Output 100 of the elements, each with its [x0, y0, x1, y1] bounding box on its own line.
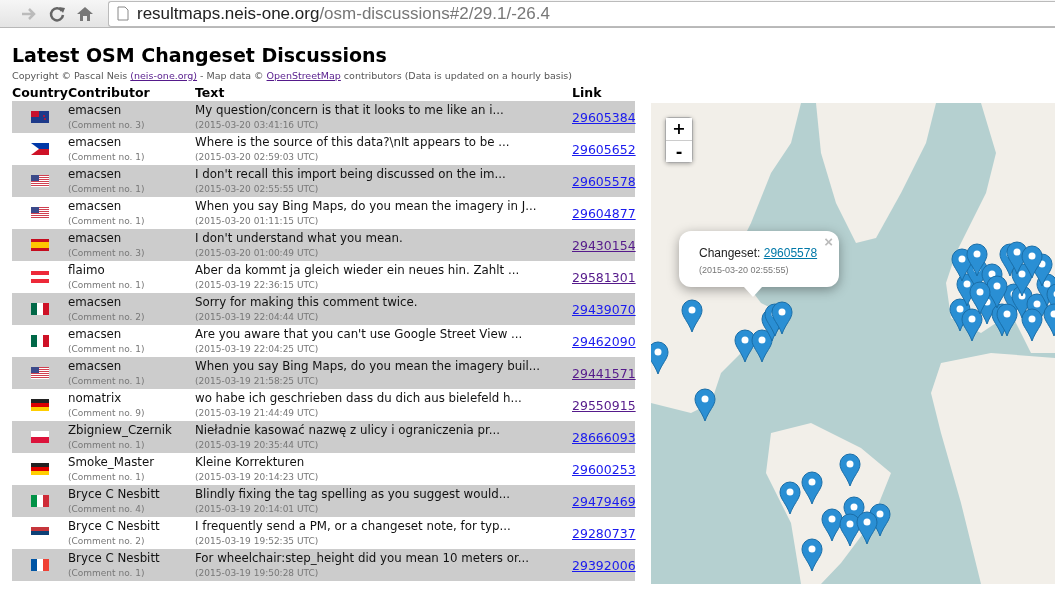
comment-time: (2015-03-19 21:44:49 UTC)	[195, 407, 320, 419]
zoom-in-button[interactable]: +	[666, 118, 692, 140]
comment-number: (Comment no. 1)	[68, 183, 146, 195]
comment-time: (2015-03-19 21:58:25 UTC)	[195, 375, 320, 387]
changeset-link[interactable]: 29605578	[572, 173, 636, 189]
map-marker-cluster-drawing[interactable]	[821, 496, 878, 547]
zoom-out-button[interactable]: -	[666, 140, 692, 162]
comment-number: (Comment no. 1)	[68, 279, 146, 291]
comment-text: I don't understand what you mean.	[195, 231, 404, 246]
comment-time: (2015-03-19 22:04:25 UTC)	[195, 343, 320, 355]
contributor-name: emacsen	[68, 135, 123, 150]
home-icon[interactable]	[76, 4, 94, 23]
changeset-link[interactable]: 29605384	[572, 109, 636, 125]
comment-text: For wheelchair:step_height did you mean 10 meters or...	[195, 551, 530, 566]
comment-number: (Comment no. 2)	[68, 535, 146, 547]
contributor-name: emacsen	[68, 327, 123, 342]
column-header: Text	[195, 85, 226, 101]
comment-number: (Comment no. 3)	[68, 119, 146, 131]
comment-text: I frequently send a PM, or a changeset note, for typ...	[195, 519, 512, 534]
changeset-link[interactable]: 29392006	[572, 557, 636, 573]
popup-label: Changeset:	[699, 246, 762, 260]
map-marker-cluster-drawing[interactable]	[734, 301, 793, 363]
comment-time: (2015-03-19 20:14:23 UTC)	[195, 471, 320, 483]
credits-link[interactable]: (neis-one.org)	[130, 70, 198, 81]
column-header: Country	[12, 85, 68, 101]
contributor-name: Zbigniew_Czernik	[68, 423, 173, 438]
map-marker-icon[interactable]	[801, 471, 823, 505]
comment-number: (Comment no. 1)	[68, 215, 146, 227]
credits-link[interactable]: OpenStreetMap	[266, 70, 341, 81]
comment-time: (2015-03-19 22:04:44 UTC)	[195, 311, 320, 323]
comment-number: (Comment no. 1)	[68, 375, 146, 387]
comment-time: (2015-03-20 01:00:49 UTC)	[195, 247, 320, 259]
page-icon	[117, 6, 129, 21]
contributor-name: emacsen	[68, 199, 123, 214]
comment-text: Kleine Korrekturen	[195, 455, 306, 470]
map-marker-cluster-drawing[interactable]	[949, 241, 1055, 342]
contributor-name: emacsen	[68, 359, 123, 374]
contributor-name: flaimo	[68, 263, 106, 278]
comment-time: (2015-03-19 22:36:15 UTC)	[195, 279, 320, 291]
comment-number: (Comment no. 1)	[68, 151, 146, 163]
changeset-link[interactable]: 29441571	[572, 365, 636, 381]
map-marker-icon[interactable]	[839, 453, 861, 487]
changeset-link[interactable]: 29280737	[572, 525, 636, 541]
popup-time: (2015-03-20 02:55:55)	[699, 265, 790, 275]
contributor-name: Bryce C Nesbitt	[68, 519, 161, 534]
changeset-link[interactable]: 29439070	[572, 301, 636, 317]
contributor-name: emacsen	[68, 167, 123, 182]
comment-text: When you say Bing Maps, do you mean the imagery buil...	[195, 359, 542, 374]
contributor-name: Smoke_Master	[68, 455, 156, 470]
comment-text: wo habe ich geschrieben dass du dich aus bielefeld h...	[195, 391, 523, 406]
comment-time: (2015-03-20 02:59:03 UTC)	[195, 151, 320, 163]
column-header: Link	[572, 85, 603, 101]
contributor-name: Bryce C Nesbitt	[68, 487, 161, 502]
changeset-link[interactable]: 29604877	[572, 205, 636, 221]
changeset-link[interactable]: 29581301	[572, 269, 636, 285]
comment-number: (Comment no. 4)	[68, 503, 146, 515]
comment-number: (Comment no. 1)	[68, 471, 146, 483]
changeset-link[interactable]: 29550915	[572, 397, 636, 413]
map-marker-icon[interactable]	[779, 481, 801, 515]
address-bar[interactable]: resultmaps.neis-one.org/osm-discussions#2/29.1/-26.4	[108, 0, 1055, 27]
comment-time: (2015-03-19 20:35:44 UTC)	[195, 439, 320, 451]
map-marker-icon[interactable]	[651, 341, 669, 375]
credits-text: Copyright © Pascal Neis (neis-one.org) - Map data © OpenStreetMap contributors (Data is updated on a hourly basis)	[12, 70, 574, 81]
map-marker-icon[interactable]	[681, 299, 703, 333]
comment-time: (2015-03-20 01:11:15 UTC)	[195, 215, 320, 227]
changeset-link[interactable]: 29479469	[572, 493, 636, 509]
contributor-name: emacsen	[68, 103, 123, 118]
contributor-name: Bryce C Nesbitt	[68, 551, 161, 566]
map-marker-icon[interactable]	[694, 388, 716, 422]
column-header: Contributor	[68, 85, 151, 101]
comment-time: (2015-03-19 20:14:01 UTC)	[195, 503, 320, 515]
popup-link[interactable]: 29605578	[763, 246, 818, 260]
comment-number: (Comment no. 1)	[68, 439, 146, 451]
contributor-name: emacsen	[68, 295, 123, 310]
comment-text: Are you aware that you can't use Google Street View ...	[195, 327, 524, 342]
comment-time: (2015-03-20 02:55:55 UTC)	[195, 183, 320, 195]
comment-text: I don't recall this import being discussed on the im...	[195, 167, 507, 182]
changeset-link[interactable]: 29462090	[572, 333, 636, 349]
comment-number: (Comment no. 2)	[68, 311, 146, 323]
comment-text: Nieładnie kasować nazwę z ulicy i ograniczenia pr...	[195, 423, 501, 438]
comment-time: (2015-03-19 19:50:28 UTC)	[195, 567, 320, 579]
comment-text: Where is the source of this data?\nIt appears to be ...	[195, 135, 511, 150]
comment-text: Sorry for making this comment twice.	[195, 295, 419, 310]
changeset-link[interactable]: 29600253	[572, 461, 636, 477]
changeset-link[interactable]: 28666093	[572, 429, 636, 445]
page-title: Latest OSM Changeset Discussions	[12, 43, 388, 67]
comment-number: (Comment no. 3)	[68, 247, 146, 259]
contributor-name: emacsen	[68, 231, 123, 246]
changeset-link[interactable]: 29605652	[572, 141, 636, 157]
reload-icon[interactable]	[48, 4, 66, 23]
comment-time: (2015-03-20 03:41:16 UTC)	[195, 119, 320, 131]
contributor-name: nomatrix	[68, 391, 123, 406]
map-marker-icon[interactable]	[801, 538, 823, 572]
changeset-link[interactable]: 29430154	[572, 237, 636, 253]
comment-number: (Comment no. 9)	[68, 407, 146, 419]
comment-number: (Comment no. 1)	[68, 567, 146, 579]
comment-text: When you say Bing Maps, do you mean the imagery in J...	[195, 199, 538, 214]
comment-time: (2015-03-19 19:52:35 UTC)	[195, 535, 320, 547]
comment-number: (Comment no. 1)	[68, 343, 146, 355]
comment-text: Aber da kommt ja gleich wieder ein neues hin. Zahlt ...	[195, 263, 521, 278]
